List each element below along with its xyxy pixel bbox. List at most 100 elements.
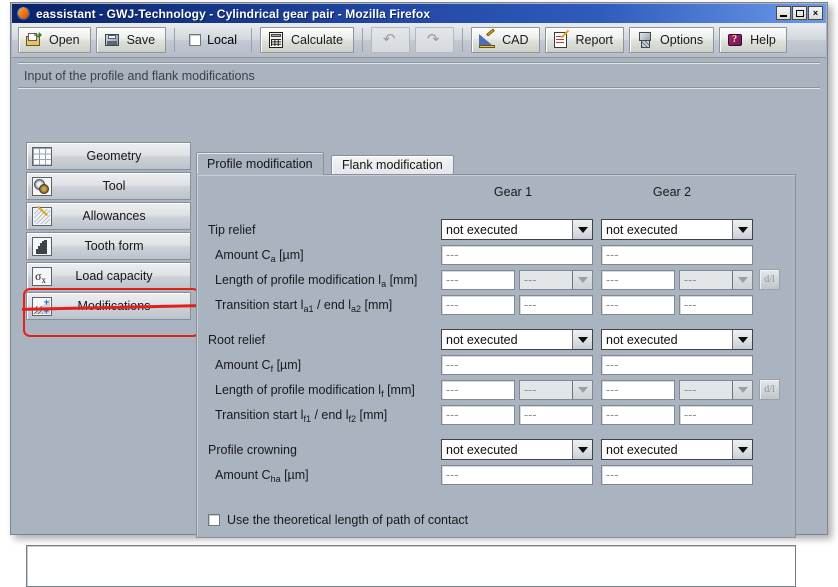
row-label: Transition start la1 / end la2 [mm] bbox=[215, 298, 393, 314]
undo-button[interactable]: ↶ bbox=[371, 27, 411, 53]
tab-flank-modification[interactable]: Flank modification bbox=[331, 155, 454, 174]
sidebar-item-geometry[interactable]: Geometry bbox=[26, 142, 191, 170]
modifications-icon: + + bbox=[32, 296, 52, 316]
tip-length-gear2-select[interactable]: --- bbox=[679, 270, 753, 290]
tip-amount-gear1-input[interactable]: --- bbox=[441, 245, 593, 265]
sidebar-item-load-capacity[interactable]: σx Load capacity bbox=[26, 262, 191, 290]
toolbar: Open Save Local Calculate ↶ ↷ CAD Report… bbox=[12, 23, 826, 58]
root-amount-gear2-input[interactable]: --- bbox=[601, 355, 753, 375]
row-root-transition: Transition start lf1 / end lf2 [mm] --- … bbox=[197, 403, 797, 428]
chevron-down-icon bbox=[572, 220, 592, 239]
page-title: Input of the profile and flank modificat… bbox=[24, 69, 255, 83]
sidebar-item-label: Geometry bbox=[86, 149, 142, 163]
cad-drafting-icon bbox=[479, 28, 496, 48]
tab-label: Profile modification bbox=[207, 156, 313, 171]
tip-dl-ratio-button[interactable]: d/l bbox=[759, 269, 780, 290]
crowning-amount-gear2-input[interactable]: --- bbox=[601, 465, 753, 485]
column-header-gear2: Gear 2 bbox=[652, 185, 692, 199]
tip-transition-end-gear1-input[interactable]: --- bbox=[519, 295, 593, 315]
open-button[interactable]: Open bbox=[18, 27, 91, 53]
content-area: Input of the profile and flank modificat… bbox=[12, 58, 826, 587]
minimize-button[interactable] bbox=[776, 6, 791, 20]
sidebar-item-allowances[interactable]: Allowances bbox=[26, 202, 191, 230]
sidebar-item-label: Tooth form bbox=[84, 239, 144, 253]
save-button[interactable]: Save bbox=[95, 27, 167, 53]
save-button-label: Save bbox=[126, 33, 156, 47]
cad-button[interactable]: CAD bbox=[471, 27, 540, 53]
title-bar: eassistant - GWJ-Technology - Cylindrica… bbox=[12, 4, 826, 23]
local-checkbox-label: Local bbox=[207, 33, 237, 47]
calculate-button[interactable]: Calculate bbox=[259, 27, 355, 53]
sidebar-item-modifications[interactable]: + + Modifications bbox=[26, 292, 191, 320]
tip-amount-gear2-input[interactable]: --- bbox=[601, 245, 753, 265]
help-button-label: Help bbox=[750, 33, 776, 47]
tip-transition-end-gear2-input[interactable]: --- bbox=[679, 295, 753, 315]
root-length-gear1-input[interactable]: --- bbox=[441, 380, 515, 400]
tip-length-gear1-input[interactable]: --- bbox=[441, 270, 515, 290]
root-transition-start-gear2-input[interactable]: --- bbox=[601, 405, 675, 425]
report-button[interactable]: Report bbox=[544, 27, 625, 53]
application-window: eassistant - GWJ-Technology - Cylindrica… bbox=[10, 2, 828, 587]
profile-crowning-gear2-select[interactable]: not executed bbox=[601, 439, 753, 460]
tip-length-gear1-select[interactable]: --- bbox=[519, 270, 593, 290]
calculator-icon bbox=[268, 32, 285, 48]
theoretical-length-checkbox[interactable]: Use the theoretical length of path of co… bbox=[208, 513, 468, 527]
tip-relief-gear2-select[interactable]: not executed bbox=[601, 219, 753, 240]
toolbar-separator-2 bbox=[250, 28, 252, 52]
sidebar-item-tool[interactable]: Tool bbox=[26, 172, 191, 200]
select-value: --- bbox=[684, 383, 697, 397]
root-length-gear2-input[interactable]: --- bbox=[601, 380, 675, 400]
root-length-gear1-select[interactable]: --- bbox=[519, 380, 593, 400]
calculate-button-label: Calculate bbox=[290, 33, 344, 47]
root-transition-end-gear1-input[interactable]: --- bbox=[519, 405, 593, 425]
sidebar-item-label: Tool bbox=[102, 179, 126, 193]
open-button-label: Open bbox=[49, 33, 80, 47]
profile-crowning-gear1-select[interactable]: not executed bbox=[441, 439, 593, 460]
floppy-disk-icon bbox=[104, 32, 121, 48]
row-profile-crowning-mode: Profile crowning not executed not execut… bbox=[197, 438, 797, 463]
checkbox-label: Use the theoretical length of path of co… bbox=[227, 513, 469, 527]
toolbar-separator-3 bbox=[362, 28, 364, 52]
toolbar-separator-4 bbox=[462, 28, 464, 52]
maximize-button[interactable] bbox=[792, 6, 807, 20]
cad-button-label: CAD bbox=[502, 33, 529, 47]
root-relief-gear2-select[interactable]: not executed bbox=[601, 329, 753, 350]
help-button[interactable]: ? Help bbox=[719, 27, 787, 53]
crowning-amount-gear1-input[interactable]: --- bbox=[441, 465, 593, 485]
options-tools-icon bbox=[637, 32, 654, 48]
window-title: eassistant - GWJ-Technology - Cylindrica… bbox=[36, 6, 431, 21]
chevron-down-icon bbox=[732, 330, 752, 349]
root-transition-end-gear2-input[interactable]: --- bbox=[679, 405, 753, 425]
sidebar-item-label: Modifications bbox=[77, 299, 151, 313]
close-button[interactable]: × bbox=[808, 6, 823, 20]
row-tip-amount: Amount Ca [µm] --- --- bbox=[197, 243, 797, 268]
root-length-gear2-select[interactable]: --- bbox=[679, 380, 753, 400]
root-amount-gear1-input[interactable]: --- bbox=[441, 355, 593, 375]
options-button[interactable]: Options bbox=[629, 27, 715, 53]
undo-icon: ↶ bbox=[382, 31, 396, 48]
root-relief-gear1-select[interactable]: not executed bbox=[441, 329, 593, 350]
tip-length-gear2-input[interactable]: --- bbox=[601, 270, 675, 290]
row-label: Profile crowning bbox=[208, 443, 297, 457]
chevron-down-icon bbox=[732, 271, 752, 289]
tooth-profile-icon bbox=[32, 236, 52, 256]
chevron-down-icon bbox=[732, 381, 752, 399]
root-transition-start-gear1-input[interactable]: --- bbox=[441, 405, 515, 425]
tip-transition-start-gear2-input[interactable]: --- bbox=[601, 295, 675, 315]
row-label: Transition start lf1 / end lf2 [mm] bbox=[215, 408, 388, 424]
window-controls: × bbox=[775, 6, 823, 20]
redo-button[interactable]: ↷ bbox=[415, 27, 455, 53]
tip-relief-gear1-select[interactable]: not executed bbox=[441, 219, 593, 240]
tab-profile-modification[interactable]: Profile modification bbox=[196, 152, 324, 175]
tip-transition-start-gear1-input[interactable]: --- bbox=[441, 295, 515, 315]
gears-icon bbox=[32, 176, 52, 196]
message-output-box[interactable] bbox=[26, 545, 796, 587]
local-checkbox[interactable]: Local bbox=[183, 33, 243, 47]
sidebar-item-tooth-form[interactable]: Tooth form bbox=[26, 232, 191, 260]
root-dl-ratio-button[interactable]: d/l bbox=[759, 379, 780, 400]
select-value: not executed bbox=[446, 222, 518, 237]
ruler-pencil-icon bbox=[32, 205, 52, 226]
folder-open-icon bbox=[26, 32, 43, 48]
row-root-relief-mode: Root relief not executed not executed bbox=[197, 328, 797, 353]
row-label: Root relief bbox=[208, 333, 265, 347]
